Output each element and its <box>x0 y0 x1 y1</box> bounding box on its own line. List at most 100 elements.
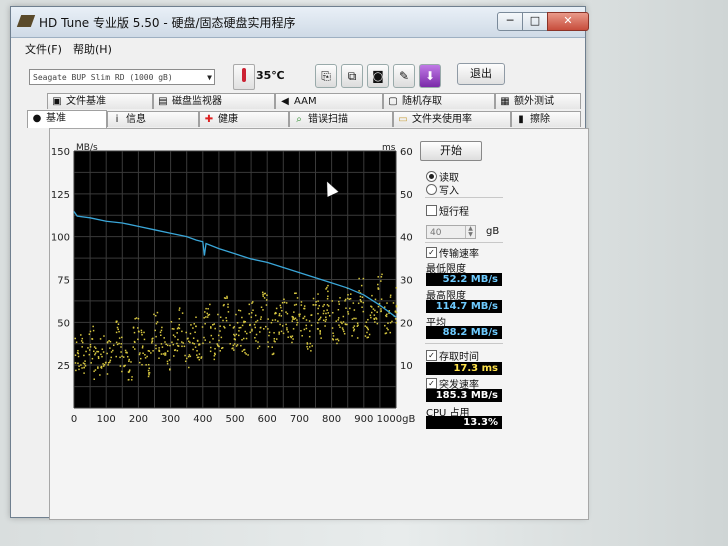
access-time-point <box>338 303 341 305</box>
access-time-point <box>220 336 223 339</box>
access-time-point <box>244 351 246 354</box>
access-time-point <box>148 373 150 376</box>
access-time-point <box>389 294 392 297</box>
access-time-point <box>374 321 376 323</box>
access-time-point <box>196 354 198 356</box>
access-time-point <box>353 317 355 320</box>
maximize-button[interactable]: □ <box>522 12 548 31</box>
access-time-point <box>92 325 94 328</box>
tab-aam[interactable]: ◀ AAM <box>275 93 383 109</box>
access-time-point <box>370 316 372 319</box>
exit-button[interactable]: 退出 <box>457 63 505 85</box>
access-time-point <box>141 345 144 347</box>
drive-select[interactable]: Seagate BUP Slim RD (1000 gB) ▼ <box>29 69 215 85</box>
access-time-point <box>165 343 167 346</box>
access-time-point <box>332 332 334 334</box>
access-time-point <box>296 321 299 324</box>
access-time-point <box>306 345 308 348</box>
access-time-point <box>262 295 264 297</box>
access-time-point <box>254 337 256 339</box>
write-radio[interactable] <box>426 184 437 195</box>
tab-info[interactable]: i 信息 <box>107 111 199 127</box>
tab-folder-usage[interactable]: ▭ 文件夹使用率 <box>393 111 511 127</box>
access-time-point <box>258 345 261 348</box>
access-time-point <box>180 341 183 343</box>
access-time-point <box>206 316 209 318</box>
short-stroke-input[interactable]: 40 ▲ ▼ <box>426 225 476 239</box>
access-time-point <box>275 307 278 310</box>
access-time-point <box>332 339 335 341</box>
start-button[interactable]: 开始 <box>420 141 482 161</box>
access-time-point <box>163 337 165 339</box>
tab-benchmark[interactable]: ● 基准 <box>27 110 107 128</box>
tab-error-scan[interactable]: ⌕ 错误扫描 <box>289 111 393 127</box>
access-time-point <box>120 346 122 348</box>
access-time-point <box>246 332 248 335</box>
burst-rate-checkbox[interactable]: ✓ <box>426 378 437 389</box>
access-time-point <box>235 313 237 316</box>
toolbar: Seagate BUP Slim RD (1000 gB) ▼ 35℃ ⎘ ⧉ … <box>11 59 585 93</box>
access-time-point <box>337 319 339 321</box>
access-time-point <box>340 321 342 323</box>
access-time-point <box>386 302 388 304</box>
access-time-point <box>249 331 251 334</box>
access-time-point <box>89 330 92 333</box>
tab-extra-tests[interactable]: ▦ 额外测试 <box>495 93 581 109</box>
tab-label: 随机存取 <box>402 96 442 107</box>
access-time-point <box>236 322 239 324</box>
access-time-point <box>376 311 378 313</box>
access-time-point <box>261 291 264 294</box>
copy-icon[interactable]: ⎘ <box>315 64 337 88</box>
spinner-icon[interactable]: ▲ ▼ <box>465 226 475 238</box>
close-button[interactable]: ✕ <box>547 12 589 31</box>
menu-help[interactable]: 帮助(H) <box>73 41 112 57</box>
transfer-rate-checkbox[interactable]: ✓ <box>426 247 437 258</box>
erase-icon: ▮ <box>518 114 524 125</box>
access-time-point <box>101 355 103 358</box>
access-time-point <box>251 328 253 331</box>
access-time-point <box>160 353 163 355</box>
access-time-point <box>326 298 329 300</box>
access-time-point <box>377 305 380 308</box>
download-icon[interactable]: ⬇ <box>419 64 441 88</box>
tab-health[interactable]: ✚ 健康 <box>199 111 289 127</box>
access-time-point <box>107 364 109 366</box>
read-radio[interactable] <box>426 171 437 182</box>
tab-disk-monitor[interactable]: ▤ 磁盘监视器 <box>153 93 275 109</box>
burst-rate-value: 185.3 MB/s <box>426 389 502 402</box>
access-time-point <box>112 349 114 352</box>
access-time-point <box>117 323 120 325</box>
hd-tune-window: HD Tune 专业版 5.50 - 硬盘/固态硬盘实用程序 ─ □ ✕ 文件(… <box>10 6 589 520</box>
tab-random-access[interactable]: ▢ 随机存取 <box>383 93 495 109</box>
tab-file-benchmark[interactable]: ▣ 文件基准 <box>47 93 153 109</box>
access-time-point <box>364 325 367 327</box>
access-time-point <box>351 335 353 337</box>
access-time-point <box>292 316 295 318</box>
access-time-point <box>358 277 360 280</box>
tab-erase[interactable]: ▮ 擦除 <box>511 111 581 127</box>
folder-icon: ▭ <box>398 114 408 125</box>
camera-icon[interactable]: ◙ <box>367 64 389 88</box>
access-time-point <box>277 320 279 322</box>
menu-file[interactable]: 文件(F) <box>25 41 62 57</box>
access-time-point <box>251 330 253 332</box>
access-time-point <box>183 345 186 348</box>
options-icon[interactable]: ✎ <box>393 64 415 88</box>
access-time-point <box>281 301 284 304</box>
copy-screen-icon[interactable]: ⧉ <box>341 64 363 88</box>
divider <box>425 242 503 243</box>
access-time-point <box>251 302 253 304</box>
minimize-button[interactable]: ─ <box>497 12 523 31</box>
window-title: HD Tune 专业版 5.50 - 硬盘/固态硬盘实用程序 <box>39 16 296 30</box>
access-time-checkbox[interactable]: ✓ <box>426 350 437 361</box>
access-time-point <box>243 348 246 351</box>
access-time-point <box>188 354 191 356</box>
access-time-point <box>83 372 85 374</box>
access-time-point <box>380 310 382 312</box>
y-right-tick-label: 40 <box>400 233 413 244</box>
cpu-value: 13.3% <box>426 416 502 429</box>
short-stroke-checkbox[interactable] <box>426 205 437 216</box>
access-time-point <box>138 330 140 333</box>
access-time-point <box>80 340 83 342</box>
health-icon: ✚ <box>204 114 214 125</box>
